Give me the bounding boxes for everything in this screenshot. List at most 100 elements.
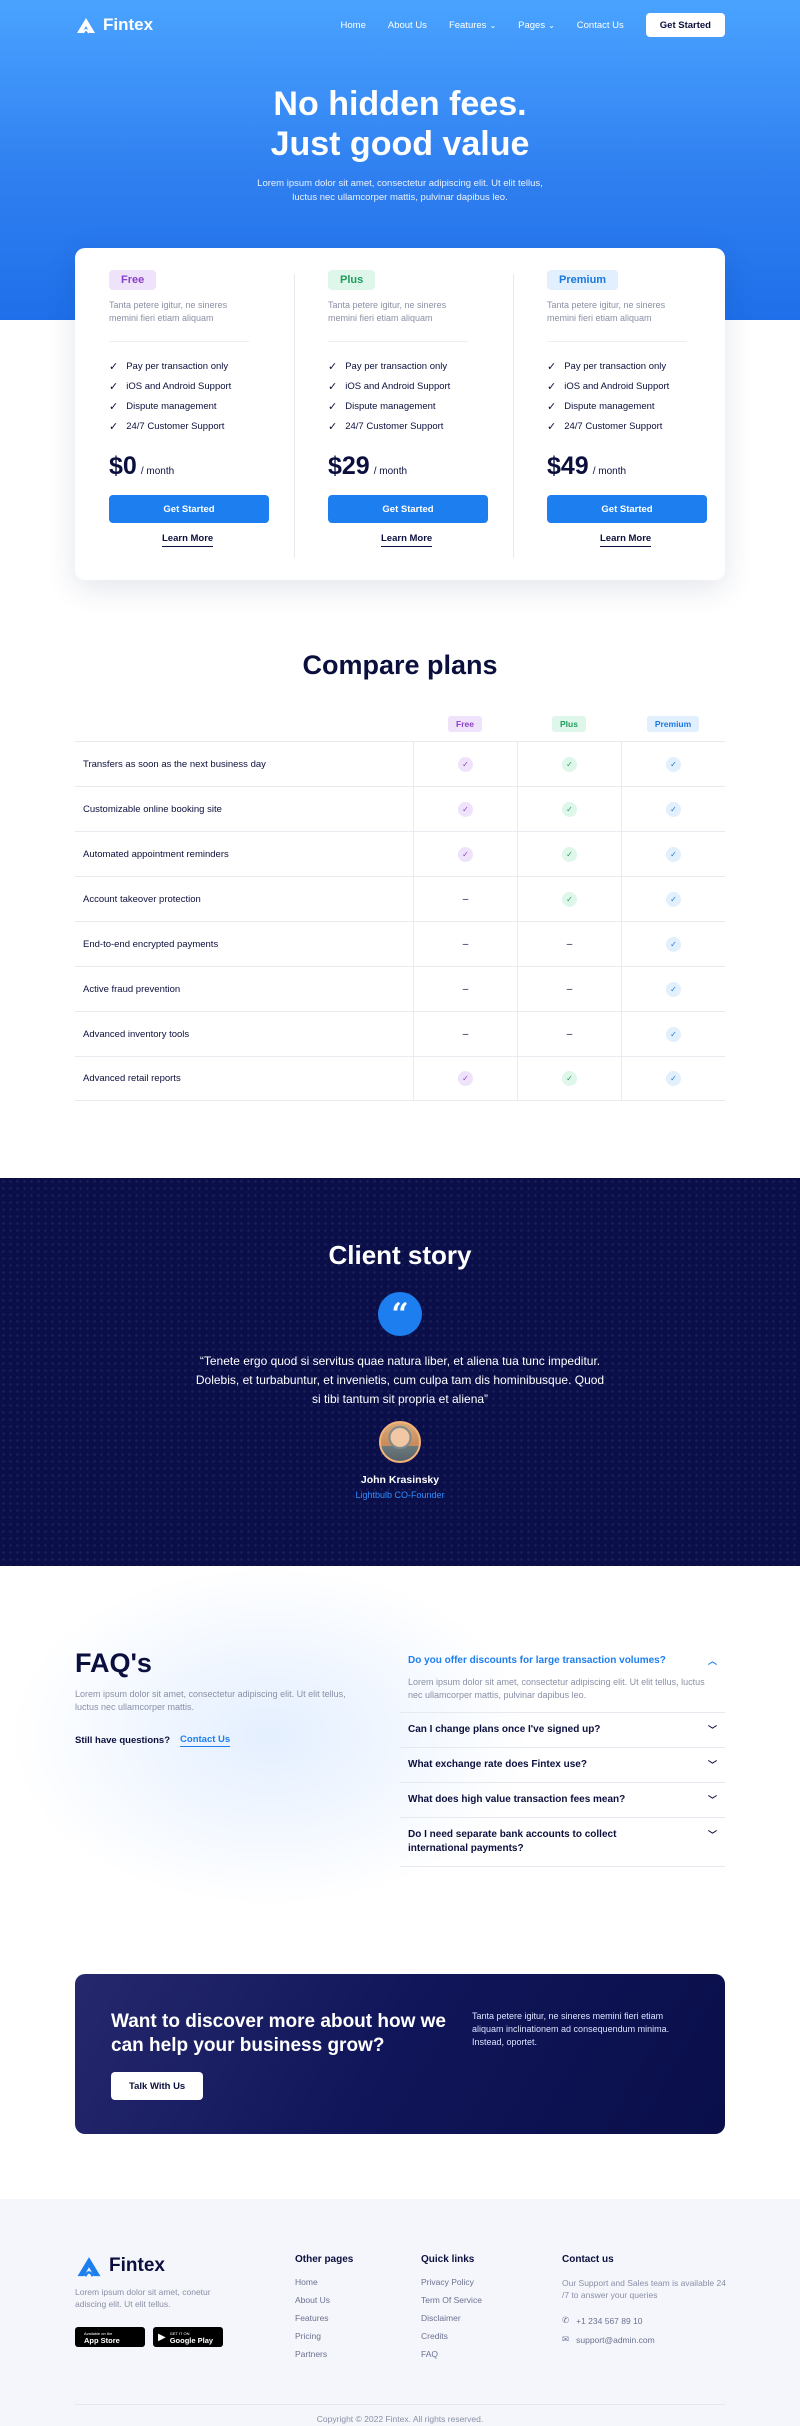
dash-icon: – — [462, 1028, 469, 1040]
check-icon: ✓ — [458, 1071, 473, 1086]
faq-section: FAQ's Lorem ipsum dolor sit amet, consec… — [0, 1566, 800, 1974]
footer-link-disclaimer[interactable]: Disclaimer — [421, 2313, 482, 2323]
faq-answer: Lorem ipsum dolor sit amet, consectetur … — [408, 1677, 705, 1700]
check-icon: ✓ — [562, 1071, 577, 1086]
nav-pages-label: Pages — [518, 19, 546, 31]
cta-section: Want to discover more about how we can h… — [0, 1974, 800, 2199]
nav-about-label: About Us — [387, 19, 427, 31]
compare-row: Active fraud prevention – – ✓ — [75, 966, 725, 1011]
hero-sub-line2: luctus nec ullamcorper mattis, pulvinar … — [292, 192, 508, 203]
app-store-badges: Available on the App Store ▶ GET IT ON Goo… — [75, 2327, 223, 2347]
footer-brand-name: Fintex — [109, 2255, 165, 2276]
chevron-down-icon: ﹀ — [707, 1830, 717, 1840]
hero-sub-line1: Lorem ipsum dolor sit amet, consectetur … — [257, 178, 543, 189]
check-icon: ✓ — [562, 846, 577, 862]
check-icon: ✓ — [666, 1026, 681, 1042]
compare-col-free: Free — [413, 716, 517, 732]
plan-badge: Free — [109, 270, 157, 290]
compare-cell: ✓ — [517, 877, 621, 921]
compare-cell: ✓ — [621, 1012, 725, 1056]
compare-cell: ✓ — [517, 787, 621, 831]
compare-row: End-to-end encrypted payments – – ✓ — [75, 921, 725, 966]
brand-name: Fintex — [103, 15, 154, 34]
compare-cell: ✓ — [517, 832, 621, 876]
compare-cell: ✓ — [621, 787, 725, 831]
plan-badge: Plus — [328, 270, 376, 290]
check-icon: ✓ — [666, 981, 681, 997]
play-icon: ▶ — [158, 2331, 166, 2343]
compare-cell: ✓ — [413, 1057, 517, 1100]
brand-logo[interactable]: Fintex — [75, 15, 153, 35]
faq-item[interactable]: Can I change plans once I've signed up? ﹀ — [400, 1713, 725, 1748]
compare-row: Advanced retail reports ✓ ✓ ✓ — [75, 1056, 725, 1101]
footer-link-privacy[interactable]: Privacy Policy — [421, 2277, 482, 2287]
nav-get-started-button[interactable]: Get Started — [645, 13, 725, 37]
check-icon: ✓ — [562, 801, 577, 817]
app-store-button[interactable]: Available on the App Store — [75, 2327, 145, 2347]
compare-cell: ✓ — [517, 1057, 621, 1100]
faq-contact-link[interactable]: Contact Us — [180, 1734, 231, 1747]
compare-row-label: Customizable online booking site — [83, 803, 222, 815]
compare-cell: ✓ — [413, 787, 517, 831]
footer-col-title: Contact us — [562, 2254, 614, 2265]
nav-home[interactable]: Home — [341, 20, 366, 31]
faq-question: What exchange rate does Fintex use? ﹀ — [408, 1758, 717, 1772]
nav-contact[interactable]: Contact Us — [577, 20, 624, 31]
footer-link-partners[interactable]: Partners — [295, 2349, 353, 2359]
quote-icon: “ — [378, 1292, 422, 1336]
faq-subtitle: Lorem ipsum dolor sit amet, consectetur … — [75, 1689, 346, 1712]
dash-icon: – — [566, 983, 573, 995]
footer-divider — [75, 2404, 725, 2405]
compare-cell: – — [517, 922, 621, 966]
fintex-logo-icon — [77, 2257, 101, 2277]
dash-icon: – — [462, 983, 469, 995]
compare-cell: ✓ — [621, 922, 725, 966]
talk-with-us-button[interactable]: Talk With Us — [111, 2072, 204, 2100]
footer-email[interactable]: ✉ support@admin.com — [562, 2334, 727, 2345]
chevron-down-icon: ⌄ — [548, 20, 555, 30]
copyright: Copyright © 2022 Fintex. All rights rese… — [316, 2414, 484, 2424]
hero-subtitle: Lorem ipsum dolor sit amet, consectetur … — [0, 177, 800, 205]
faq-item[interactable]: What does high value transaction fees me… — [400, 1783, 725, 1818]
faq-item[interactable]: Do you offer discounts for large transac… — [400, 1654, 725, 1713]
compare-row: Account takeover protection – ✓ ✓ — [75, 876, 725, 921]
check-icon: ✓ — [458, 846, 473, 862]
compare-cell: ✓ — [413, 742, 517, 786]
footer-link-home[interactable]: Home — [295, 2277, 353, 2287]
footer-brand[interactable]: Fintex — [75, 2254, 165, 2278]
faq-item[interactable]: What exchange rate does Fintex use? ﹀ — [400, 1748, 725, 1783]
phone-icon: ✆ — [562, 2315, 570, 2325]
avatar — [379, 1421, 421, 1463]
faq-question: Do I need separate bank accounts to coll… — [408, 1828, 717, 1856]
author-name: John Krasinsky — [360, 1474, 440, 1486]
compare-cell: – — [413, 967, 517, 1011]
check-icon: ✓ — [458, 756, 473, 772]
faq-item[interactable]: Do I need separate bank accounts to coll… — [400, 1818, 725, 1867]
footer-link-faq[interactable]: FAQ — [421, 2349, 482, 2359]
top-nav: Fintex Home About Us Features ⌄ Pages ⌄ Co… — [75, 12, 725, 38]
footer-link-features[interactable]: Features — [295, 2313, 353, 2323]
hero-title-line1: No hidden fees. — [273, 85, 527, 123]
footer-contact-text: Our Support and Sales team is available … — [562, 2278, 726, 2300]
compare-row-label: Account takeover protection — [83, 893, 201, 905]
column-pill: Free — [448, 716, 482, 732]
compare-row-label: Advanced inventory tools — [83, 1028, 190, 1040]
footer-link-about[interactable]: About Us — [295, 2295, 353, 2305]
compare-row-label: Automated appointment reminders — [83, 848, 229, 860]
google-play-button[interactable]: ▶ GET IT ON Google Play — [153, 2327, 223, 2347]
footer-phone[interactable]: ✆ +1 234 567 89 10 — [562, 2315, 727, 2326]
compare-col-premium: Premium — [621, 716, 725, 732]
client-story-section: Client story “ “Tenete ergo quod si serv… — [0, 1178, 800, 1566]
nav-features[interactable]: Features ⌄ — [449, 20, 496, 31]
faq-question: Do you offer discounts for large transac… — [408, 1654, 717, 1668]
nav-pages[interactable]: Pages ⌄ — [518, 20, 555, 31]
compare-cell: ✓ — [621, 832, 725, 876]
check-icon: ✓ — [666, 1071, 681, 1086]
check-icon: ✓ — [666, 936, 681, 952]
footer-link-terms[interactable]: Term Of Service — [421, 2295, 482, 2305]
nav-about[interactable]: About Us — [388, 20, 427, 31]
story-title: Client story — [328, 1240, 472, 1270]
footer-link-credits[interactable]: Credits — [421, 2331, 482, 2341]
footer-contact: Contact us Our Support and Sales team is… — [562, 2254, 727, 2353]
footer-link-pricing[interactable]: Pricing — [295, 2331, 353, 2341]
